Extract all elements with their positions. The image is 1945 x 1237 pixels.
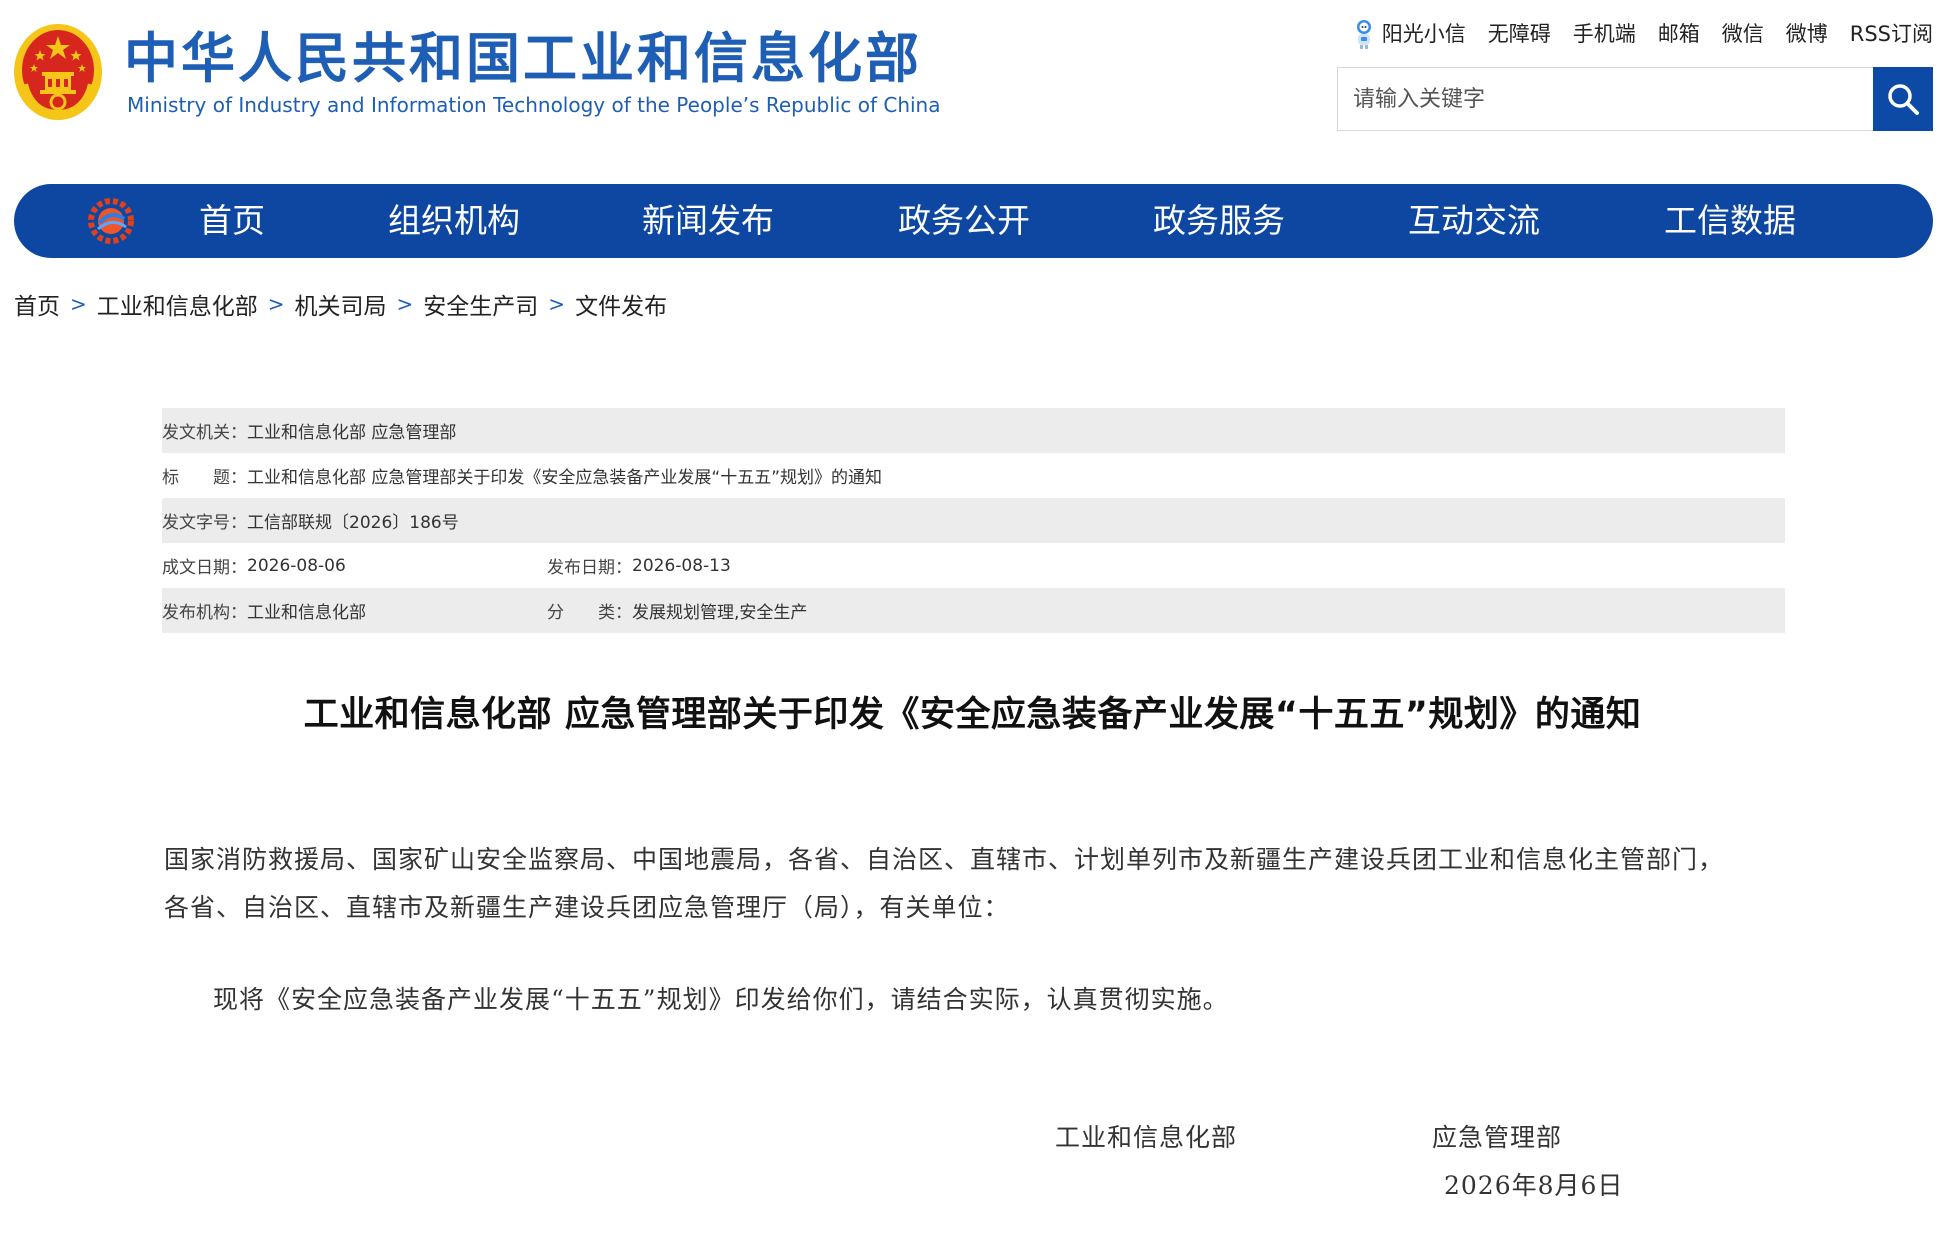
document-recipients-line-1: 国家消防救援局、国家矿山安全监察局、中国地震局，各省、自治区、直辖市、计划单列市…: [164, 845, 1725, 874]
search-icon: [1888, 84, 1919, 115]
meta-row-org-category: 发布机构： 工业和信息化部 分 类： 发展规划管理,安全生产: [162, 588, 1785, 633]
document-body-paragraph: 现将《安全应急装备产业发展“十五五”规划》印发给你们，请结合实际，认真贯彻实施。: [213, 985, 1229, 1014]
signatory-emergency-management: 应急管理部: [1432, 1123, 1563, 1152]
meta-org-value: 工业和信息化部: [247, 603, 366, 623]
top-link-sunny-label: 阳光小信: [1381, 22, 1466, 46]
breadcrumb-separator-icon: >: [70, 292, 87, 316]
document-title: 工业和信息化部 应急管理部关于印发《安全应急装备产业发展“十五五”规划》的通知: [303, 695, 1642, 735]
nav-item-interaction[interactable]: 互动交流: [1408, 184, 1540, 258]
nav-item-government-affairs[interactable]: 政务公开: [898, 184, 1030, 258]
signatory-miit: 工业和信息化部: [1055, 1123, 1238, 1152]
meta-created-value: 2026-08-06: [247, 555, 346, 576]
meta-row-dates: 成文日期： 2026-08-06 发布日期： 2026-08-13: [162, 543, 1785, 588]
breadcrumb: 首页 > 工业和信息化部 > 机关司局 > 安全生产司 > 文件发布: [14, 286, 667, 322]
nav-item-government-services[interactable]: 政务服务: [1153, 184, 1285, 258]
site-subtitle: Ministry of Industry and Information Tec…: [127, 93, 941, 117]
breadcrumb-file-release[interactable]: 文件发布: [575, 287, 667, 321]
nav-item-news[interactable]: 新闻发布: [642, 184, 774, 258]
meta-row-title: 标 题： 工业和信息化部 应急管理部关于印发《安全应急装备产业发展“十五五”规划…: [162, 453, 1785, 498]
miit-logo-icon[interactable]: [86, 197, 136, 245]
nav-item-data[interactable]: 工信数据: [1664, 184, 1796, 258]
search-input[interactable]: [1338, 68, 1873, 130]
search-box: [1337, 67, 1933, 131]
meta-published-label: 发布日期：: [547, 558, 632, 578]
top-links: 阳光小信 无障碍 手机端 邮箱 微信 微博 RSS订阅: [1352, 18, 1933, 50]
robot-mascot-icon: [1356, 20, 1371, 49]
top-link-mobile[interactable]: 手机端: [1573, 18, 1636, 50]
search-button[interactable]: [1873, 67, 1933, 131]
meta-title-value: 工业和信息化部 应急管理部关于印发《安全应急装备产业发展“十五五”规划》的通知: [247, 468, 883, 488]
meta-published-value: 2026-08-13: [632, 555, 731, 576]
breadcrumb-separator-icon: >: [267, 292, 285, 316]
nav-item-home[interactable]: 首页: [199, 184, 265, 258]
breadcrumb-ministry[interactable]: 工业和信息化部: [97, 287, 258, 321]
top-link-accessibility[interactable]: 无障碍: [1488, 18, 1551, 50]
top-link-rss[interactable]: RSS订阅: [1850, 18, 1933, 50]
nav-item-organization[interactable]: 组织机构: [388, 184, 520, 258]
meta-issuer-label: 发文机关：: [162, 423, 247, 443]
site-title[interactable]: 中华人民共和国工业和信息化部: [124, 26, 922, 92]
meta-doc-number-label: 发文字号：: [162, 513, 247, 533]
meta-category-label: 分 类：: [547, 603, 632, 623]
breadcrumb-home[interactable]: 首页: [14, 287, 60, 321]
breadcrumb-separator-icon: >: [396, 292, 414, 316]
document-recipients-line-2: 各省、自治区、直辖市及新疆生产建设兵团应急管理厅（局），有关单位：: [164, 893, 1010, 922]
top-link-weibo[interactable]: 微博: [1786, 18, 1828, 50]
breadcrumb-safety-department[interactable]: 安全生产司: [423, 287, 538, 321]
top-link-wechat[interactable]: 微信: [1722, 18, 1764, 50]
national-emblem-icon: [14, 24, 102, 120]
meta-row-issuer: 发文机关： 工业和信息化部 应急管理部: [162, 408, 1785, 453]
document-date: 2026年8月6日: [1444, 1171, 1624, 1200]
meta-created-label: 成文日期：: [162, 558, 247, 578]
top-link-sunny[interactable]: 阳光小信: [1352, 18, 1466, 50]
breadcrumb-separator-icon: >: [548, 292, 566, 316]
top-link-email[interactable]: 邮箱: [1658, 18, 1700, 50]
meta-category-value: 发展规划管理,安全生产: [632, 603, 808, 623]
meta-row-doc-number: 发文字号： 工信部联规〔2026〕186号: [162, 498, 1785, 543]
meta-doc-number-value: 工信部联规〔2026〕186号: [247, 513, 459, 533]
meta-issuer-value: 工业和信息化部 应急管理部: [247, 423, 457, 443]
meta-title-label: 标 题：: [162, 468, 247, 488]
breadcrumb-departments[interactable]: 机关司局: [295, 287, 387, 321]
document-meta-table: 发文机关： 工业和信息化部 应急管理部 标 题： 工业和信息化部 应急管理部关于…: [162, 408, 1785, 633]
main-nav: 首页 组织机构 新闻发布 政务公开 政务服务 互动交流 工信数据: [14, 184, 1933, 258]
meta-org-label: 发布机构：: [162, 603, 247, 623]
